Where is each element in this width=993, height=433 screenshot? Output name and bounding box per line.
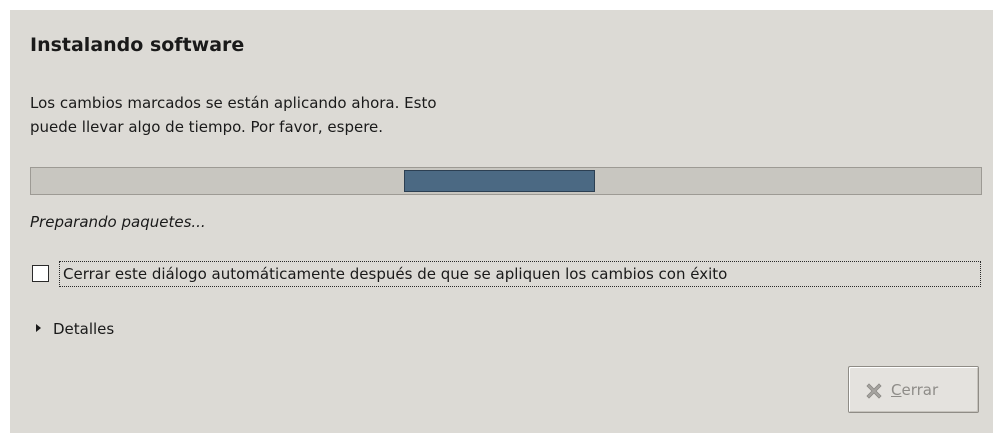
close-button-mnemonic: C [891,381,902,399]
description-line-1: Los cambios marcados se están aplicando … [30,94,437,112]
progress-bar [30,167,982,195]
close-button-label-rest: errar [901,381,939,399]
close-button-label: Cerrar [891,379,938,401]
close-button[interactable]: Cerrar [848,366,979,413]
details-label[interactable]: Detalles [53,318,114,340]
auto-close-option[interactable]: Cerrar este diálogo automáticamente desp… [30,261,985,289]
auto-close-label[interactable]: Cerrar este diálogo automáticamente desp… [59,261,981,287]
progress-fill [404,170,595,192]
dialog-title: Instalando software [30,34,245,56]
description-line-2: puede llevar algo de tiempo. Por favor, … [30,118,384,136]
status-text: Preparando paquetes... [30,213,206,231]
auto-close-checkbox[interactable] [32,265,49,282]
triangle-right-icon[interactable] [36,324,41,332]
dialog-description: Los cambios marcados se están aplicando … [30,91,670,139]
install-dialog: Instalando software Los cambios marcados… [10,10,993,433]
close-x-icon [866,383,882,399]
